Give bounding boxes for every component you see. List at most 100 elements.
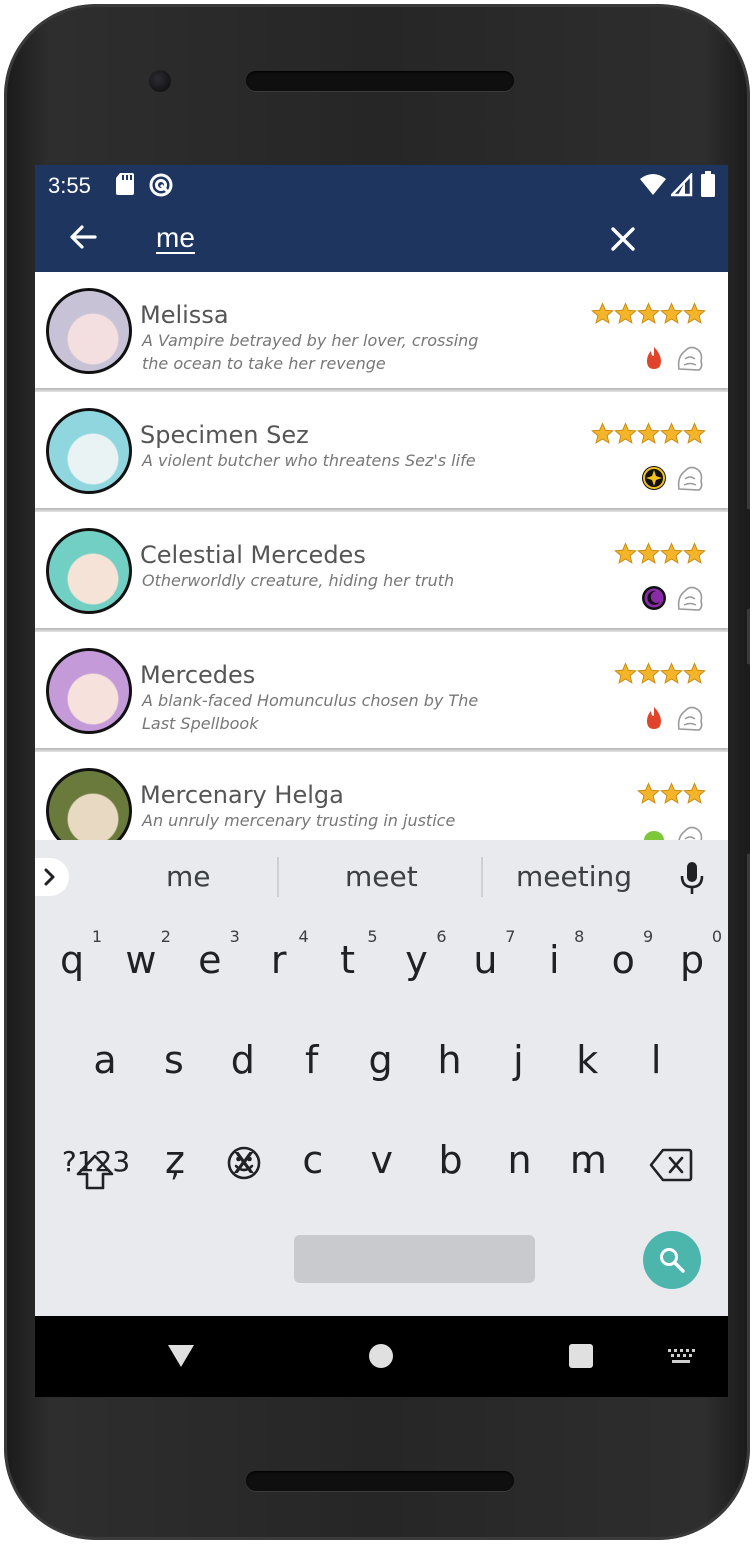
key-n[interactable]: n — [486, 1115, 554, 1215]
star-icon — [637, 662, 660, 684]
key-w[interactable]: w2 — [107, 915, 175, 1015]
back-arrow-icon[interactable] — [65, 219, 101, 255]
backspace-icon — [649, 1148, 693, 1182]
key-label: l — [650, 1038, 662, 1082]
suggestion-divider — [481, 857, 483, 897]
suggestion-2[interactable]: meet — [345, 860, 418, 893]
key-z[interactable]: z — [141, 1115, 209, 1215]
star-icon — [637, 782, 660, 804]
recents-square-icon[interactable] — [568, 1343, 594, 1369]
avatar — [46, 648, 132, 734]
key-hint: 0 — [711, 927, 723, 946]
character-name: Mercenary Helga — [140, 781, 344, 809]
results-list: Melissa A Vampire betrayed by her lover, … — [35, 272, 728, 840]
suggestion-1[interactable]: me — [166, 860, 211, 893]
backspace-key[interactable] — [637, 1115, 705, 1215]
key-hint: 9 — [643, 927, 654, 946]
character-name: Melissa — [140, 301, 229, 329]
key-m[interactable]: m — [554, 1115, 622, 1215]
key-label: f — [304, 1038, 319, 1082]
key-hint: 1 — [91, 927, 102, 946]
star-rating — [591, 302, 706, 325]
keyboard-switch-icon[interactable] — [667, 1348, 695, 1364]
character-description: Otherworldly creature, hiding her truth — [142, 571, 455, 590]
search-app-bar: me — [35, 205, 728, 272]
star-icon — [614, 422, 637, 444]
key-label: a — [93, 1038, 117, 1082]
suggestion-3[interactable]: meeting — [516, 860, 632, 893]
star-icon — [660, 422, 683, 444]
key-l[interactable]: l — [622, 1015, 690, 1115]
key-p[interactable]: p0 — [658, 915, 726, 1015]
key-label: k — [576, 1038, 599, 1082]
key-s[interactable]: s — [140, 1015, 208, 1115]
light-element-icon — [642, 466, 666, 490]
search-input[interactable]: me — [156, 222, 195, 254]
character-description: An unruly mercenary trusting in justice — [142, 811, 456, 830]
key-a[interactable]: a — [71, 1015, 139, 1115]
home-circle-icon[interactable] — [369, 1344, 393, 1368]
shift-icon — [76, 1154, 114, 1190]
star-icon — [660, 302, 683, 324]
star-rating — [614, 662, 706, 685]
system-nav-bar — [35, 1316, 728, 1397]
assassin-class-icon — [677, 466, 703, 491]
earpiece-speaker — [246, 71, 514, 91]
list-item[interactable]: Celestial Mercedes Otherworldly creature,… — [35, 512, 728, 628]
status-bar: 3:55 — [35, 165, 728, 205]
key-g[interactable]: g — [347, 1015, 415, 1115]
sync-icon — [149, 173, 173, 197]
mage-class-icon — [677, 706, 703, 731]
key-d[interactable]: d — [209, 1015, 277, 1115]
microphone-icon[interactable] — [678, 860, 706, 896]
key-c[interactable]: c — [279, 1115, 347, 1215]
expand-toolbar-button[interactable] — [35, 858, 69, 896]
key-j[interactable]: j — [484, 1015, 552, 1115]
key-q[interactable]: q1 — [38, 915, 106, 1015]
space-bar[interactable] — [294, 1235, 535, 1283]
shift-key[interactable] — [61, 1140, 129, 1200]
key-o[interactable]: o9 — [589, 915, 657, 1015]
key-label: h — [437, 1038, 462, 1082]
key-label: x — [232, 1138, 256, 1182]
key-label: n — [507, 1138, 532, 1182]
star-rating — [591, 422, 706, 445]
back-triangle-icon[interactable] — [166, 1343, 196, 1369]
suggestion-divider — [277, 857, 279, 897]
key-b[interactable]: b — [417, 1115, 485, 1215]
key-e[interactable]: e3 — [176, 915, 244, 1015]
star-rating — [614, 542, 706, 565]
fire-element-icon — [647, 707, 661, 729]
character-name: Celestial Mercedes — [140, 541, 366, 569]
key-t[interactable]: t5 — [314, 915, 382, 1015]
key-u[interactable]: u7 — [451, 915, 519, 1015]
key-k[interactable]: k — [553, 1015, 621, 1115]
search-key[interactable] — [643, 1231, 701, 1289]
list-item[interactable]: Specimen Sez A violent butcher who threat… — [35, 392, 728, 508]
star-icon — [637, 422, 660, 444]
key-v[interactable]: v — [348, 1115, 416, 1215]
key-label: v — [370, 1138, 393, 1182]
phone-frame: 3:55 me Melissa A Vampire betrayed by he… — [4, 4, 750, 1540]
list-item[interactable]: Melissa A Vampire betrayed by her lover, … — [35, 272, 728, 388]
list-item[interactable]: Mercenary Helga An unruly mercenary trust… — [35, 752, 728, 840]
volume-button — [745, 664, 750, 854]
character-description: A blank-faced Homunculus chosen by The L… — [142, 691, 479, 733]
character-name: Mercedes — [140, 661, 256, 689]
key-f[interactable]: f — [278, 1015, 346, 1115]
key-i[interactable]: i8 — [520, 915, 588, 1015]
star-icon — [683, 542, 706, 564]
key-r[interactable]: r4 — [245, 915, 313, 1015]
star-rating — [637, 782, 706, 805]
list-item[interactable]: Mercedes A blank-faced Homunculus chosen … — [35, 632, 728, 748]
clear-search-icon[interactable] — [605, 221, 641, 257]
status-time: 3:55 — [48, 173, 91, 198]
star-icon — [614, 662, 637, 684]
key-y[interactable]: y6 — [383, 915, 451, 1015]
key-hint: 6 — [436, 927, 447, 946]
key-h[interactable]: h — [416, 1015, 484, 1115]
key-x[interactable]: x — [210, 1115, 278, 1215]
earth-element-icon — [644, 831, 664, 840]
avatar — [46, 408, 132, 494]
battery-icon — [701, 171, 715, 197]
